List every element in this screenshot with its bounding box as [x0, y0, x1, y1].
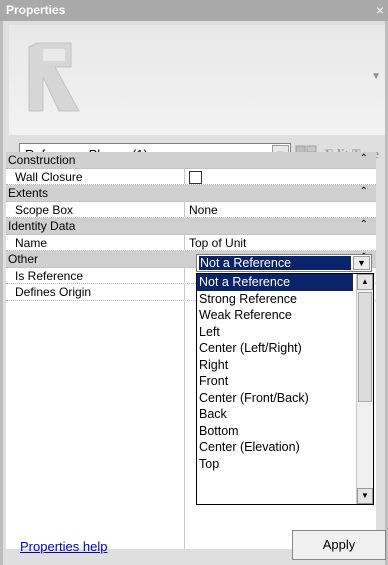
- reference-option[interactable]: Not a Reference: [197, 274, 353, 291]
- dropdown-scrollbar[interactable]: ▲ ▼: [356, 274, 373, 504]
- group-title: Identity Data: [8, 219, 76, 233]
- reference-option[interactable]: Top: [197, 456, 373, 473]
- reference-plane-icon: [28, 42, 80, 112]
- group-header-construction[interactable]: Construction ⌃: [6, 152, 376, 169]
- group-title: Other: [8, 252, 39, 266]
- scroll-up-icon[interactable]: ▲: [357, 274, 373, 290]
- property-name: Scope Box: [15, 202, 74, 217]
- window-title: Properties: [6, 3, 66, 17]
- group-title: Construction: [8, 153, 76, 167]
- reference-option[interactable]: Center (Left/Right): [197, 340, 373, 357]
- property-name: Defines Origin: [15, 285, 92, 299]
- preview-scroll-icon[interactable]: ▼: [371, 71, 381, 82]
- apply-button[interactable]: Apply: [292, 530, 386, 560]
- property-row-scope-box: Scope Box None: [6, 201, 376, 218]
- property-value: [184, 168, 376, 184]
- reference-option[interactable]: Bottom: [197, 423, 373, 440]
- properties-help-link[interactable]: Properties help: [20, 539, 107, 554]
- reference-dropdown-list[interactable]: Not a Reference Strong Reference Weak Refe…: [196, 273, 374, 505]
- is-reference-select[interactable]: Not a Reference ▼: [196, 254, 372, 272]
- property-name: Name: [15, 235, 48, 250]
- chevron-down-icon[interactable]: ▼: [353, 256, 370, 270]
- reference-option[interactable]: Back: [197, 406, 373, 423]
- collapse-icon[interactable]: ⌃: [360, 153, 368, 164]
- reference-option[interactable]: Center (Front/Back): [197, 390, 373, 407]
- collapse-icon[interactable]: ⌃: [360, 186, 368, 197]
- scroll-down-icon[interactable]: ▼: [357, 488, 373, 504]
- scope-box-value[interactable]: None: [184, 201, 376, 217]
- reference-option[interactable]: Strong Reference: [197, 291, 373, 308]
- reference-option[interactable]: Right: [197, 357, 373, 374]
- wall-closure-checkbox[interactable]: [189, 170, 202, 184]
- name-value[interactable]: Top of Unit: [184, 234, 376, 250]
- reference-option[interactable]: Center (Elevation): [197, 439, 373, 456]
- group-title: Extents: [8, 186, 49, 200]
- title-bar: Properties ×: [0, 0, 388, 21]
- group-header-identity-data[interactable]: Identity Data ⌃: [6, 218, 376, 235]
- reference-option[interactable]: Left: [197, 324, 373, 341]
- property-row-wall-closure: Wall Closure: [6, 168, 376, 185]
- scroll-thumb[interactable]: [358, 292, 372, 402]
- property-row-name: Name Top of Unit: [6, 234, 376, 251]
- is-reference-selected-value: Not a Reference: [199, 256, 351, 270]
- collapse-icon[interactable]: ⌃: [360, 219, 368, 230]
- property-name: Wall Closure: [15, 169, 83, 184]
- reference-option[interactable]: Front: [197, 373, 373, 390]
- property-name: Is Reference: [15, 268, 84, 283]
- close-icon[interactable]: ×: [376, 2, 384, 18]
- reference-options: Not a Reference Strong Reference Weak Refe…: [197, 274, 373, 472]
- reference-option[interactable]: Weak Reference: [197, 307, 373, 324]
- type-preview: ▼: [9, 25, 385, 135]
- group-header-extents[interactable]: Extents ⌃: [6, 185, 376, 202]
